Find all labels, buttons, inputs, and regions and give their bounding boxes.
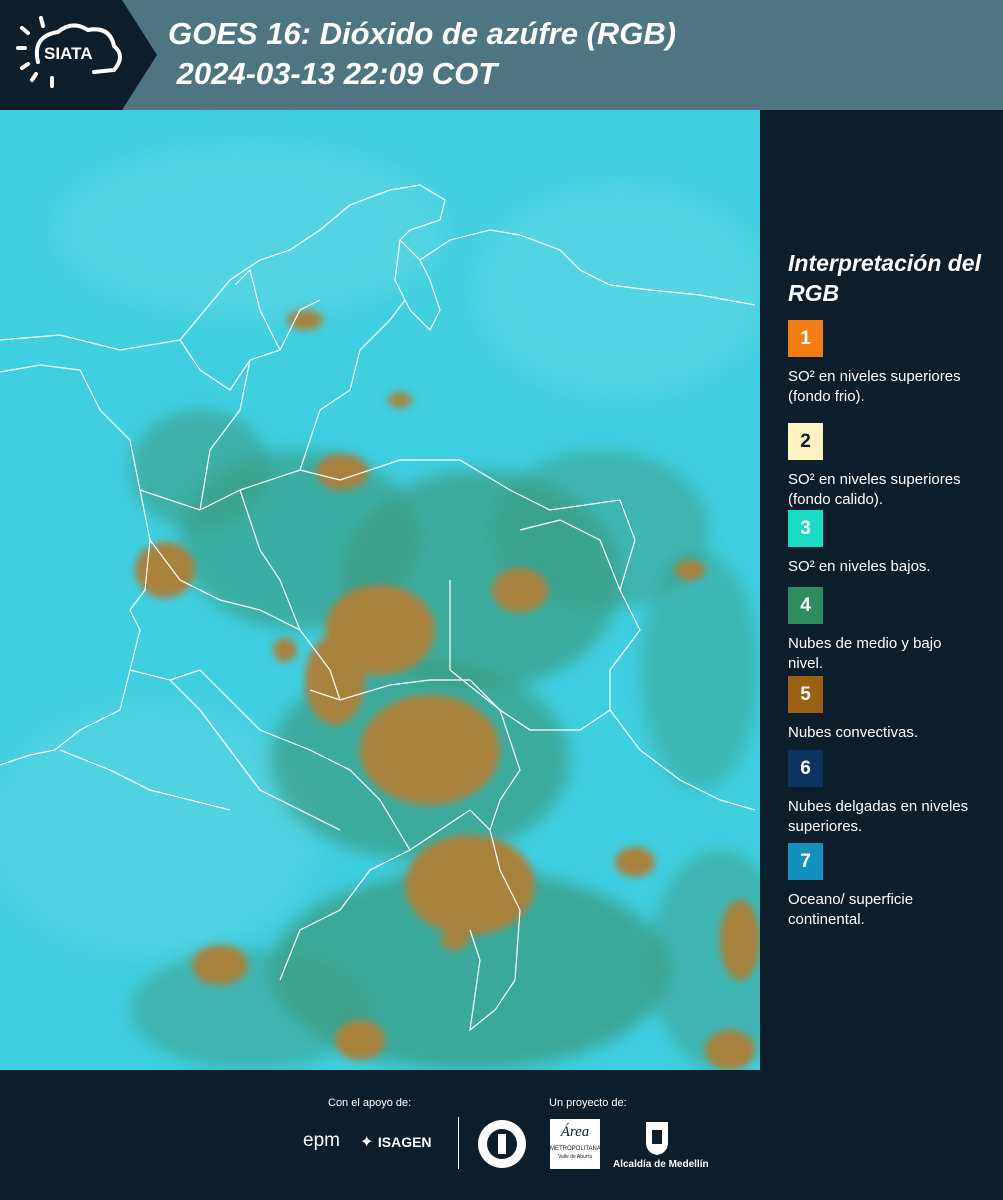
area-metropolitana-logo: Área METROPOLITANA Valle de Aburrá xyxy=(550,1119,601,1169)
legend-swatch: 3 xyxy=(788,510,823,547)
medellin-shield-icon xyxy=(646,1122,668,1155)
legend-text: SO² en niveles superiores (fondo frio). xyxy=(788,368,961,405)
footer-divider xyxy=(458,1117,459,1169)
legend-text: Nubes convectivas. xyxy=(788,724,919,741)
page-title: GOES 16: Dióxido de azúfre (RGB) 2024-03… xyxy=(168,14,676,94)
siata-logo: SIATA xyxy=(14,14,126,94)
epm-logo: epm xyxy=(303,1130,340,1151)
isagen-logo: ✦ ISAGEN xyxy=(360,1132,432,1152)
legend-swatch: 6 xyxy=(788,750,823,787)
legend-panel: Interpretación del RGB 1 SO² en niveles s… xyxy=(760,110,1003,1070)
legend-swatch: 4 xyxy=(788,587,823,624)
area-subtitle2: Valle de Aburrá xyxy=(558,1154,592,1160)
legend-text: SO² en niveles superiores (fondo calido)… xyxy=(788,471,961,508)
medellin-text: Alcaldía de Medellín xyxy=(613,1159,709,1170)
legend-swatch: 7 xyxy=(788,843,823,880)
footer: Con el apoyo de: Un proyecto de: epm ✦ I… xyxy=(0,1070,1003,1200)
legend-text: SO² en niveles bajos. xyxy=(788,558,931,575)
area-text: Área xyxy=(560,1124,590,1140)
legend-text: Nubes delgadas en niveles superiores. xyxy=(788,798,969,835)
legend-swatch: 5 xyxy=(788,676,823,713)
logo-text: SIATA xyxy=(44,44,93,63)
legend-text: Oceano/ superficie continental. xyxy=(788,891,914,928)
isagen-icon: ✦ xyxy=(360,1134,374,1151)
title-line-1: GOES 16: Dióxido de azúfre (RGB) xyxy=(168,16,677,51)
legend-swatch: 2 xyxy=(788,423,823,460)
legend-swatch: 1 xyxy=(788,320,823,357)
isagen-text: ISAGEN xyxy=(377,1134,432,1150)
satellite-image xyxy=(0,110,760,1070)
header: SIATA GOES 16: Dióxido de azúfre (RGB) 2… xyxy=(0,0,1003,110)
title-line-2: 2024-03-13 22:09 COT xyxy=(168,56,498,91)
satellite-map[interactable] xyxy=(0,110,760,1070)
medellin-seal-icon xyxy=(478,1120,526,1168)
support-label: Con el apoyo de: xyxy=(328,1097,412,1109)
project-label: Un proyecto de: xyxy=(549,1097,627,1109)
legend-text: Nubes de medio y bajo nivel. xyxy=(788,635,942,672)
legend-title: Interpretación del RGB xyxy=(788,250,981,306)
area-subtitle: METROPOLITANA xyxy=(550,1146,601,1152)
